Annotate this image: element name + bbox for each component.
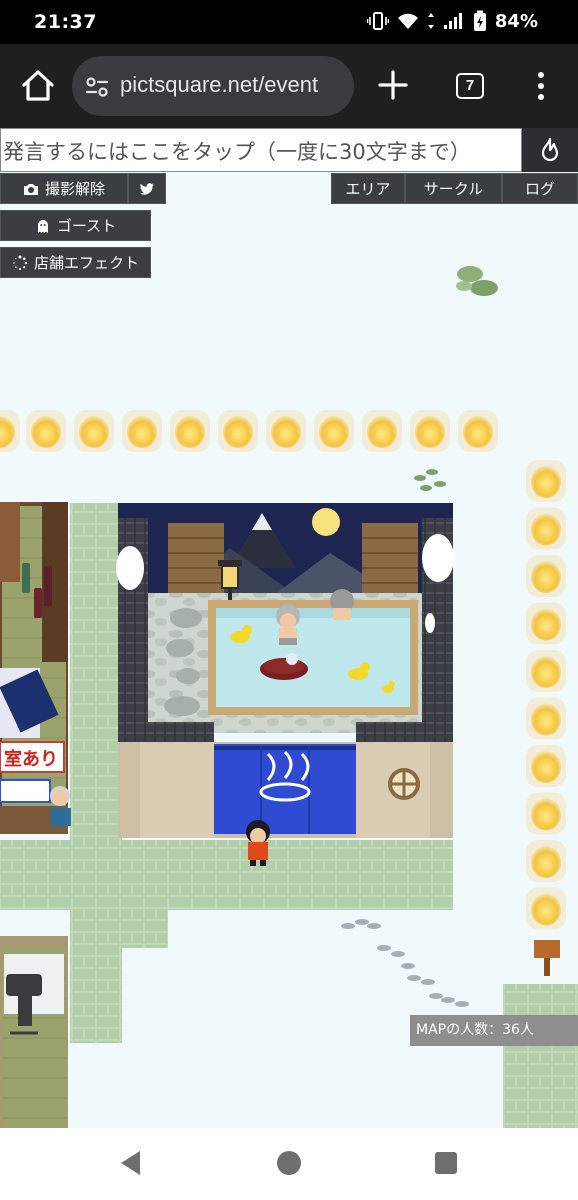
ghost-icon <box>37 219 48 233</box>
game-viewport[interactable]: 室あり 発言するにはここをタップ（一度に30文字まで） 撮影解除 ゴースト 店舗… <box>0 128 578 1128</box>
photo-release-button[interactable]: 撮影解除 <box>0 173 128 204</box>
back-icon[interactable] <box>116 1148 146 1178</box>
lantern-sprite <box>314 410 354 452</box>
new-tab-icon[interactable] <box>376 68 410 102</box>
lantern-sprite <box>170 410 210 452</box>
flame-icon <box>541 137 559 162</box>
circle-button[interactable]: サークル <box>405 173 502 204</box>
status-bar: 21:37 84% <box>0 0 578 44</box>
lantern-sprite <box>526 650 566 692</box>
left-shop <box>0 502 68 834</box>
twitter-icon <box>139 182 154 195</box>
lantern-sprite <box>26 410 66 452</box>
area-label: エリア <box>345 180 391 198</box>
lantern-sprite <box>410 410 450 452</box>
vibrate-icon <box>366 12 389 30</box>
footprints-small <box>414 469 446 491</box>
browser-toolbar: pictsquare.net/event 7 <box>0 44 578 128</box>
photo-release-label: 撮影解除 <box>44 180 105 198</box>
site-settings-icon[interactable] <box>84 74 110 100</box>
lantern-sprite <box>458 410 498 452</box>
lantern-sprite <box>526 697 566 740</box>
home-icon[interactable] <box>18 66 58 106</box>
player-avatar[interactable] <box>246 820 270 866</box>
log-button[interactable]: ログ <box>502 173 578 204</box>
address-bar[interactable]: pictsquare.net/event <box>72 56 354 116</box>
ghost-button[interactable]: ゴースト <box>0 210 151 241</box>
bottom-left-room <box>0 936 68 1128</box>
signpost <box>534 940 560 976</box>
lantern-sprite <box>526 507 566 550</box>
lantern-sprite <box>218 410 258 452</box>
lantern-sprite <box>122 410 162 452</box>
area-button[interactable]: エリア <box>331 173 405 204</box>
recents-icon[interactable] <box>431 1148 461 1178</box>
lantern-row <box>0 410 498 452</box>
lantern-sprite <box>266 410 306 452</box>
battery-charging-icon <box>473 10 486 31</box>
signal-icon <box>443 13 462 29</box>
camera-icon <box>23 183 38 195</box>
bush-sprite <box>456 266 498 296</box>
lantern-sprite <box>526 555 566 597</box>
home-nav-icon[interactable] <box>274 1148 304 1178</box>
tab-switcher-button[interactable]: 7 <box>456 73 484 99</box>
lantern-sprite <box>526 792 566 835</box>
data-arrows-icon <box>427 13 434 29</box>
system-nav-bar <box>0 1128 578 1200</box>
chat-send-button[interactable] <box>522 128 578 172</box>
map-scene[interactable]: 室あり <box>0 128 578 1128</box>
footprints-trail <box>341 919 469 1007</box>
lantern-sprite <box>0 410 20 452</box>
lantern-sprite <box>526 602 566 645</box>
status-icons: 84% <box>366 10 538 32</box>
shop-effect-button[interactable]: 店舗エフェクト <box>0 247 151 278</box>
lantern-sprite <box>526 460 566 502</box>
more-menu-icon[interactable] <box>533 70 549 102</box>
lantern-sprite <box>362 410 402 452</box>
lantern-sprite <box>526 840 566 882</box>
shop-effect-label: 店舗エフェクト <box>33 254 139 272</box>
circle-label: サークル <box>423 180 484 198</box>
lantern-sprite <box>526 887 566 930</box>
map-population: MAPの人数：36人 <box>410 1015 578 1046</box>
shop-sign-text: 室あり <box>4 748 58 770</box>
wifi-icon <box>397 13 418 29</box>
url-text: pictsquare.net/event <box>120 72 319 97</box>
onsen-building <box>116 503 454 838</box>
chat-input[interactable]: 発言するにはここをタップ（一度に30文字まで） <box>0 128 522 172</box>
ghost-label: ゴースト <box>56 217 117 235</box>
lantern-column <box>526 460 566 930</box>
twitter-button[interactable] <box>128 173 166 204</box>
lantern-sprite <box>526 745 566 787</box>
battery-percent: 84% <box>494 10 538 32</box>
clock: 21:37 <box>34 11 97 33</box>
lantern-sprite <box>74 410 114 452</box>
log-label: ログ <box>524 180 555 198</box>
spinner-icon <box>13 255 28 270</box>
